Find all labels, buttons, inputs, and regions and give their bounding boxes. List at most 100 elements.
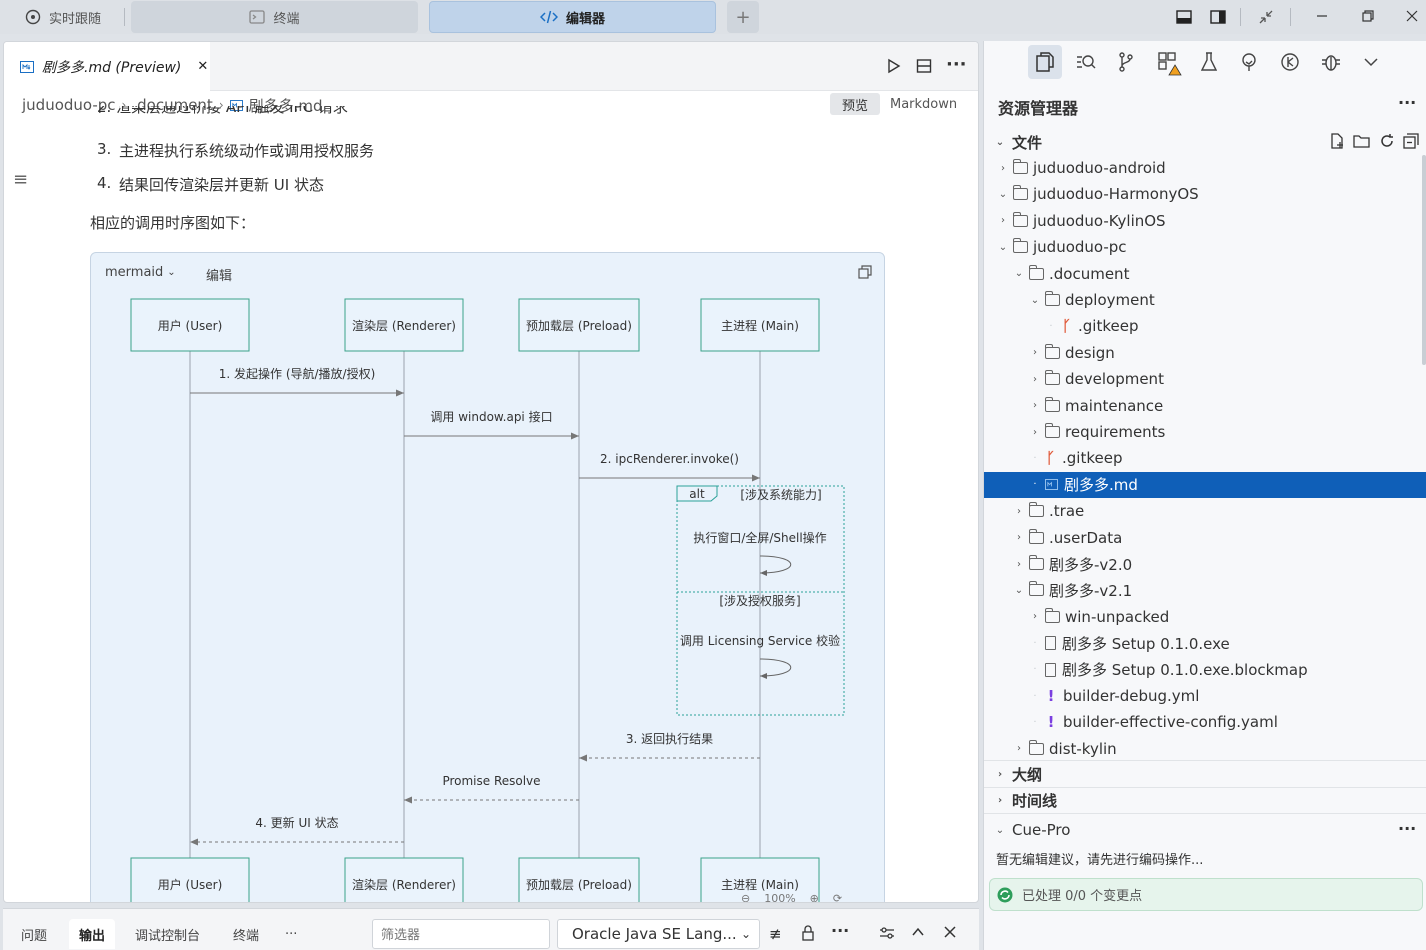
tree-item[interactable]: · ᚴ .gitkeep	[984, 445, 1426, 471]
tree-item[interactable]: › juduoduo-KylinOS	[984, 208, 1426, 234]
filter-input[interactable]	[372, 919, 550, 949]
source-control-icon[interactable]	[1118, 52, 1134, 72]
tab-terminal[interactable]: 终端	[223, 919, 269, 949]
tree-item[interactable]: ·! builder-effective-config.yaml	[984, 709, 1426, 735]
tab-problems[interactable]: 问题	[11, 919, 57, 949]
zoom-out-icon[interactable]: ⊖	[741, 892, 750, 903]
new-folder-icon[interactable]	[1353, 133, 1371, 149]
tree-item-label: win-unpacked	[1065, 607, 1170, 626]
paragraph: 相应的调用时序图如下：	[90, 214, 256, 232]
side-bar: 资源管理器 ··· ⌄ 文件 › juduoduo-android ⌄ juduodu…	[983, 41, 1426, 950]
explorer-icon[interactable]	[1036, 52, 1054, 72]
more-actions-icon[interactable]: ···	[946, 54, 967, 75]
more-actions-icon[interactable]: ···	[1398, 819, 1416, 838]
chevron-up-icon[interactable]	[911, 925, 925, 939]
tree-item[interactable]: · 剧多多.md	[984, 471, 1426, 498]
tree-item-label: 剧多多-v2.1	[1049, 581, 1133, 600]
arrowhead	[752, 474, 760, 482]
tree-item[interactable]: › .userData	[984, 525, 1426, 551]
debug-bug-icon[interactable]	[1321, 52, 1341, 72]
folder-open-icon	[1045, 291, 1060, 306]
tree-item[interactable]: ·! builder-debug.yml	[984, 683, 1426, 709]
tab-debug-console[interactable]: 调试控制台	[125, 919, 210, 949]
message-label: 调用 window.api 接口	[430, 409, 552, 424]
timeline-section-header[interactable]: › 时间线	[984, 787, 1426, 813]
chevron-down-icon: ⌄	[998, 241, 1008, 253]
tree-item[interactable]: › juduoduo-android	[984, 155, 1426, 181]
tree-item[interactable]: · 剧多多 Setup 0.1.0.exe	[984, 630, 1426, 656]
collapse-icon[interactable]	[1258, 9, 1274, 25]
tree-dot: ·	[1033, 690, 1037, 702]
message-label: 3. 返回执行结果	[626, 732, 713, 746]
tree-item-label: .trae	[1049, 502, 1085, 521]
tree-item[interactable]: · 剧多多 Setup 0.1.0.exe.blockmap	[984, 657, 1426, 683]
follow-tab-label: 实时跟随	[48, 11, 101, 27]
list-number: 3.	[97, 140, 112, 158]
tree-item[interactable]: › dist-kylin	[984, 736, 1426, 760]
collapse-all-icon[interactable]	[1403, 133, 1419, 149]
tree-view-icon[interactable]	[1239, 52, 1259, 72]
self-message-label: 调用 Licensing Service 校验	[680, 633, 840, 648]
cue-status-bar[interactable]: 已处理 0/0 个变更点	[989, 878, 1423, 911]
tree-item[interactable]: ⌄ juduoduo-pc	[984, 234, 1426, 260]
tree-item[interactable]: · ᚴ .gitkeep	[984, 313, 1426, 339]
more-actions-icon[interactable]: ···	[831, 921, 849, 940]
cue-section-header[interactable]: ⌄ Cue-Pro	[984, 817, 1426, 843]
tree-item[interactable]: › development	[984, 366, 1426, 392]
tree-scrollbar[interactable]	[1422, 155, 1426, 365]
self-message-label: 执行窗口/全屏/Shell操作	[693, 530, 826, 545]
remote-icon[interactable]	[1280, 52, 1300, 72]
file-icon	[1045, 636, 1056, 651]
layout-panel-icon[interactable]	[1176, 9, 1192, 25]
tree-item[interactable]: › maintenance	[984, 393, 1426, 419]
tree-item[interactable]: › design	[984, 340, 1426, 366]
tab-output[interactable]: 输出	[69, 919, 116, 949]
add-tab-button[interactable]: +	[727, 1, 759, 33]
file-tree: › juduoduo-android ⌄ juduoduo-HarmonyOS › jud…	[984, 155, 1426, 760]
new-file-icon[interactable]	[1329, 133, 1345, 149]
terminal-tab[interactable]: 终端	[131, 1, 418, 33]
follow-tab[interactable]: 实时跟随	[4, 1, 122, 33]
close-panel-icon[interactable]	[943, 925, 957, 939]
tree-item[interactable]: ⌄ juduoduo-HarmonyOS	[984, 181, 1426, 207]
run-icon[interactable]	[886, 58, 902, 74]
tree-item[interactable]: › 剧多多-v2.0	[984, 551, 1426, 577]
chevron-right-icon: ›	[1001, 215, 1005, 227]
split-editor-icon[interactable]	[916, 58, 932, 74]
zoom-in-icon[interactable]: ⊕	[810, 892, 819, 903]
editor-tab-row: 剧多多.md (Preview) ✕ ···	[4, 42, 978, 91]
clear-output-icon[interactable]: ≢	[769, 925, 782, 943]
restore-icon[interactable]	[1361, 9, 1375, 23]
lock-icon[interactable]	[801, 925, 815, 941]
outline-toggle-icon[interactable]: ≡	[13, 169, 28, 190]
more-tabs[interactable]: ···	[275, 919, 307, 949]
search-icon[interactable]	[1076, 53, 1096, 71]
reset-zoom-icon[interactable]: ⟳	[833, 892, 842, 903]
close-window-icon[interactable]	[1405, 9, 1419, 23]
tree-item[interactable]: ⌄ .document	[984, 261, 1426, 287]
refresh-icon[interactable]	[1379, 133, 1395, 149]
testing-flask-icon[interactable]	[1201, 52, 1217, 72]
tree-item[interactable]: › win-unpacked	[984, 604, 1426, 630]
tree-item[interactable]: › requirements	[984, 419, 1426, 445]
chevron-right-icon: ›	[1033, 373, 1037, 385]
minimize-icon[interactable]	[1315, 9, 1329, 23]
tree-item[interactable]: › .trae	[984, 498, 1426, 524]
more-actions-icon[interactable]: ···	[1398, 93, 1416, 112]
tree-item[interactable]: ⌄ 剧多多-v2.1	[984, 577, 1426, 603]
extensions-icon[interactable]	[1158, 52, 1182, 76]
preview-file-tab[interactable]: 剧多多.md (Preview) ✕	[4, 42, 210, 91]
outline-section-header[interactable]: › 大纲	[984, 761, 1426, 787]
markdown-mode-button[interactable]: Markdown	[890, 93, 957, 115]
layout-sidebar-icon[interactable]	[1210, 9, 1226, 25]
yaml-icon: !	[1047, 687, 1055, 705]
close-tab-icon[interactable]: ✕	[197, 59, 208, 74]
tree-item[interactable]: ⌄ deployment	[984, 287, 1426, 313]
editor-tab[interactable]: 编辑器	[429, 1, 716, 33]
folder-icon	[1029, 739, 1044, 755]
output-channel-select[interactable]: Oracle Java SE Lang... ⌄	[557, 919, 760, 949]
settings-sliders-icon[interactable]	[879, 925, 895, 941]
bottom-panel: 问题 输出 调试控制台 终端 ··· Oracle Java SE Lang..…	[3, 908, 979, 950]
chevron-down-icon[interactable]	[1363, 56, 1379, 68]
preview-mode-button[interactable]: 预览	[830, 93, 880, 115]
